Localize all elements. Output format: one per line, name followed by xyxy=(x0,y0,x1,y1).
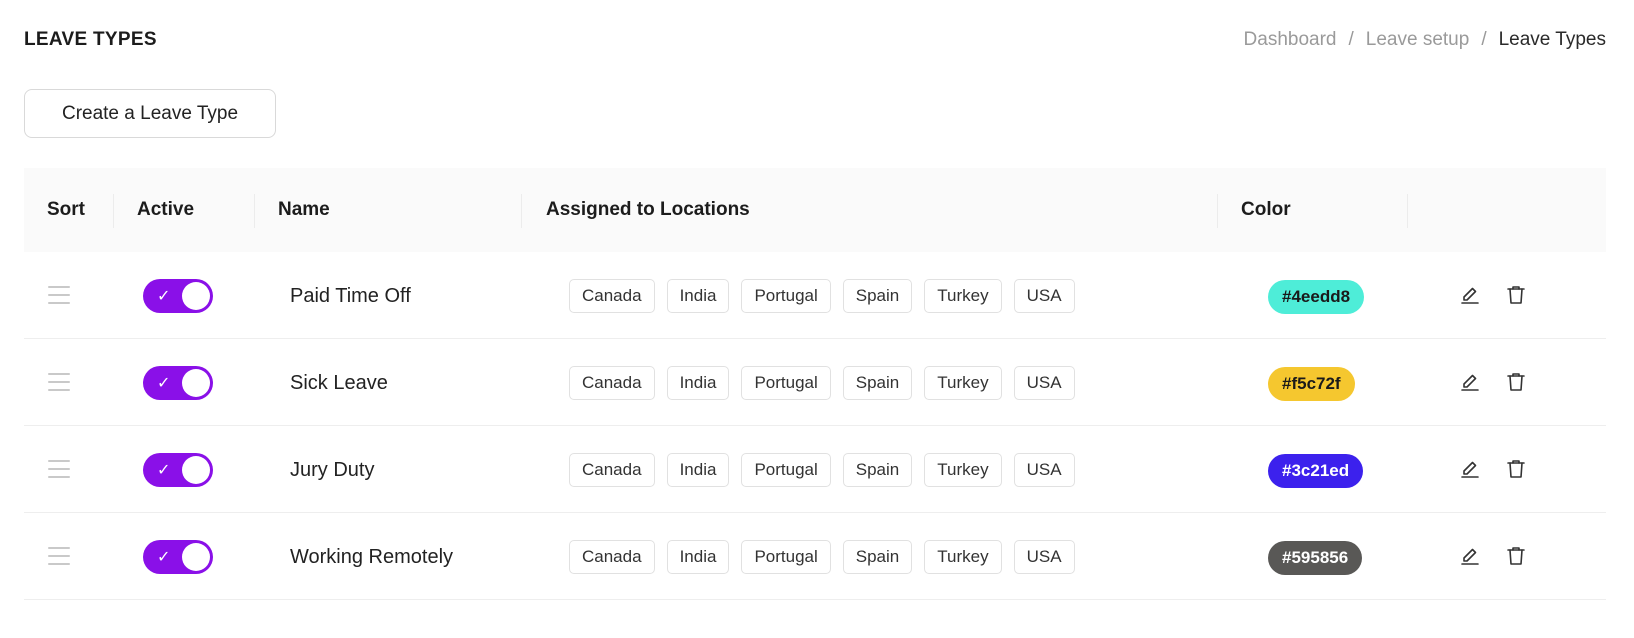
location-tag: Canada xyxy=(569,540,655,574)
table-row: ✓ Paid Time Off Canada India Portugal Spain… xyxy=(24,252,1606,339)
color-badge: #f5c72f xyxy=(1268,367,1355,401)
location-tags: Canada India Portugal Spain Turkey USA xyxy=(569,366,1075,400)
column-divider xyxy=(254,194,255,228)
location-tag: USA xyxy=(1013,540,1075,574)
active-toggle[interactable]: ✓ xyxy=(143,366,213,400)
drag-handle-icon[interactable] xyxy=(48,373,70,391)
breadcrumb-separator: / xyxy=(1348,29,1354,50)
location-tag: Turkey xyxy=(924,453,1002,487)
location-tag: Portugal xyxy=(741,366,831,400)
location-tag: Spain xyxy=(842,453,913,487)
trash-icon[interactable] xyxy=(1504,283,1528,307)
column-divider xyxy=(1217,194,1218,228)
active-toggle[interactable]: ✓ xyxy=(143,453,213,487)
check-icon: ✓ xyxy=(157,460,171,479)
drag-handle-icon[interactable] xyxy=(48,547,70,565)
table-row: ✓ Jury Duty Canada India Portugal Spain Turk… xyxy=(24,426,1606,513)
location-tag: USA xyxy=(1013,453,1075,487)
location-tag: Portugal xyxy=(741,453,831,487)
toggle-knob xyxy=(182,369,210,397)
table-body: ✓ Paid Time Off Canada India Portugal Spain… xyxy=(24,252,1606,600)
location-tag: India xyxy=(666,540,730,574)
location-tag: Canada xyxy=(569,279,655,313)
edit-icon[interactable] xyxy=(1458,370,1482,394)
breadcrumb-current: Leave Types xyxy=(1498,29,1606,50)
check-icon: ✓ xyxy=(157,373,171,392)
leave-type-name: Working Remotely xyxy=(290,546,454,568)
check-icon: ✓ xyxy=(157,547,171,566)
page-title: LEAVE TYPES xyxy=(24,29,157,50)
drag-handle-icon[interactable] xyxy=(48,286,70,304)
create-leave-type-button[interactable]: Create a Leave Type xyxy=(24,89,276,138)
leave-type-name: Sick Leave xyxy=(290,372,388,394)
drag-handle-icon[interactable] xyxy=(48,460,70,478)
active-toggle[interactable]: ✓ xyxy=(143,540,213,574)
check-icon: ✓ xyxy=(157,286,171,305)
location-tag: USA xyxy=(1013,279,1075,313)
leave-type-name: Paid Time Off xyxy=(290,285,411,307)
table-row: ✓ Working Remotely Canada India Portugal Sp… xyxy=(24,513,1606,600)
toggle-knob xyxy=(182,282,210,310)
breadcrumb-separator: / xyxy=(1481,29,1487,50)
location-tags: Canada India Portugal Spain Turkey USA xyxy=(569,279,1075,313)
trash-icon[interactable] xyxy=(1504,370,1528,394)
location-tag: Spain xyxy=(842,540,913,574)
active-toggle[interactable]: ✓ xyxy=(143,279,213,313)
edit-icon[interactable] xyxy=(1458,457,1482,481)
location-tag: Portugal xyxy=(741,540,831,574)
location-tag: Canada xyxy=(569,366,655,400)
leave-type-name: Jury Duty xyxy=(290,459,375,481)
location-tag: Turkey xyxy=(924,540,1002,574)
column-header-active[interactable]: Active xyxy=(137,199,194,221)
toggle-knob xyxy=(182,456,210,484)
table-header: Sort Active Name Assigned to Locations C… xyxy=(24,168,1606,252)
color-badge: #595856 xyxy=(1268,541,1363,575)
location-tag: India xyxy=(666,453,730,487)
location-tag: Turkey xyxy=(924,366,1002,400)
location-tag: Portugal xyxy=(741,279,831,313)
table-row: ✓ Sick Leave Canada India Portugal Spain Tur… xyxy=(24,339,1606,426)
location-tags: Canada India Portugal Spain Turkey USA xyxy=(569,453,1075,487)
column-divider xyxy=(113,194,114,228)
trash-icon[interactable] xyxy=(1504,544,1528,568)
leave-types-table: Sort Active Name Assigned to Locations C… xyxy=(24,168,1606,600)
column-header-sort[interactable]: Sort xyxy=(47,199,85,221)
location-tag: USA xyxy=(1013,366,1075,400)
location-tag: India xyxy=(666,279,730,313)
edit-icon[interactable] xyxy=(1458,283,1482,307)
location-tag: Spain xyxy=(842,366,913,400)
color-badge: #3c21ed xyxy=(1268,454,1364,488)
breadcrumb-dashboard[interactable]: Dashboard xyxy=(1244,29,1337,51)
location-tag: Canada xyxy=(569,453,655,487)
column-header-color[interactable]: Color xyxy=(1241,199,1291,221)
column-divider xyxy=(521,194,522,228)
edit-icon[interactable] xyxy=(1458,544,1482,568)
column-header-locations[interactable]: Assigned to Locations xyxy=(546,199,750,221)
breadcrumb-leave-setup[interactable]: Leave setup xyxy=(1366,29,1470,51)
column-divider xyxy=(1407,194,1408,228)
color-badge: #4eedd8 xyxy=(1268,280,1365,314)
toggle-knob xyxy=(182,543,210,571)
trash-icon[interactable] xyxy=(1504,457,1528,481)
location-tag: Turkey xyxy=(924,279,1002,313)
location-tag: India xyxy=(666,366,730,400)
location-tags: Canada India Portugal Spain Turkey USA xyxy=(569,540,1075,574)
location-tag: Spain xyxy=(842,279,913,313)
breadcrumb: Dashboard / Leave setup / Leave Types xyxy=(1244,29,1606,51)
column-header-name[interactable]: Name xyxy=(278,199,330,221)
